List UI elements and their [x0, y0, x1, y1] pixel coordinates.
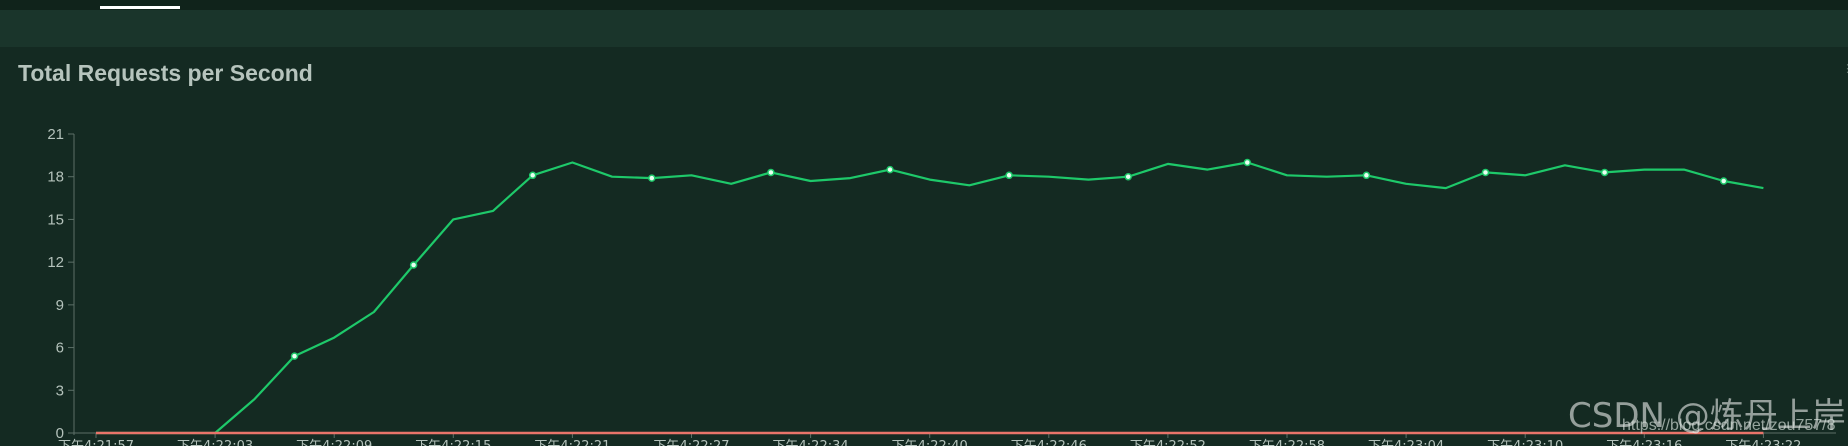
- x-tick-label: 下午4:22:03: [177, 439, 253, 446]
- data-point-marker: [528, 171, 537, 180]
- x-tick-label: 下午4:23:16: [1606, 439, 1682, 446]
- data-point-marker: [767, 168, 775, 177]
- data-point-marker: [1005, 171, 1013, 180]
- y-tick-label: 15: [47, 211, 64, 228]
- y-tick-label: 9: [56, 297, 64, 314]
- data-point-marker: [1600, 168, 1609, 177]
- y-tick-label: 3: [56, 382, 64, 399]
- rps-line-chart: 036912151821 下午4:21:57下午4:22:03下午4:22:09…: [47, 126, 1836, 446]
- x-tick-label: 下午4:22:27: [653, 439, 729, 446]
- chart-markers: [290, 158, 1728, 360]
- y-tick-label: 18: [47, 169, 64, 186]
- x-tick-label: 下午4:23:10: [1487, 439, 1563, 446]
- x-axis-ticks: 下午4:21:57 下午4:22:03 下午4:22:09 下午4:22:15 下午4:…: [58, 433, 1801, 446]
- x-tick-label: 下午4:22:40: [892, 439, 968, 446]
- x-tick-label: 下午4:23:22: [1725, 439, 1801, 446]
- data-point-marker: [1719, 177, 1728, 185]
- x-tick-label: 下午4:22:15: [415, 439, 491, 446]
- x-tick-label: 下午4:22:21: [534, 439, 610, 446]
- x-tick-label: 下午4:22:09: [296, 439, 372, 446]
- source-url-watermark: https://blog.csdn.net/zou757/8: [1622, 417, 1836, 434]
- rps-series-line: [96, 161, 1764, 435]
- x-tick-label: 下午4:22:46: [1011, 439, 1087, 446]
- data-point-marker: [1481, 168, 1490, 177]
- x-tick-label: 下午4:22:58: [1249, 439, 1325, 446]
- y-tick-label: 6: [56, 340, 64, 357]
- x-tick-label: 下午4:22:34: [773, 439, 849, 446]
- x-tick-label: 下午4:21:57: [58, 439, 134, 446]
- data-point-marker: [1362, 171, 1371, 180]
- data-point-marker: [886, 165, 894, 174]
- y-tick-label: 21: [47, 126, 64, 143]
- data-point-marker: [1124, 172, 1132, 181]
- x-tick-label: 下午4:22:52: [1130, 439, 1206, 446]
- chart-series: [96, 161, 1764, 435]
- y-tick-label: 12: [47, 254, 64, 271]
- data-point-marker: [290, 352, 299, 360]
- x-tick-label: 下午4:23:04: [1368, 439, 1444, 446]
- data-point-marker: [409, 261, 418, 269]
- y-axis-ticks: 036912151821: [47, 126, 74, 442]
- data-point-marker: [648, 174, 656, 182]
- data-point-marker: [1243, 158, 1252, 167]
